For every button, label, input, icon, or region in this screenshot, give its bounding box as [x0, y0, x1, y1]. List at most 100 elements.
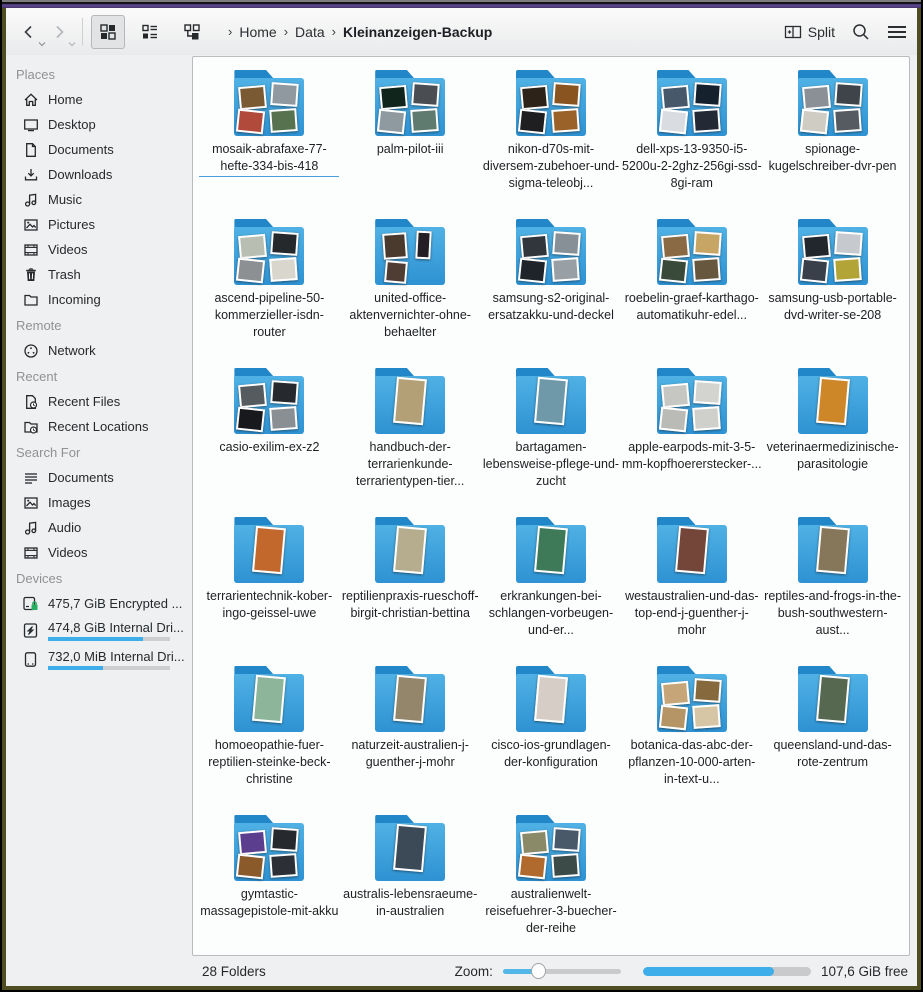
sidebar-item-downloads[interactable]: Downloads [12, 162, 192, 187]
tree-view-button[interactable] [175, 15, 209, 49]
folder-icon[interactable] [794, 666, 872, 732]
folder-icon[interactable] [653, 219, 731, 285]
sidebar-item-475-7-gib-encrypted[interactable]: 475,7 GiB Encrypted ... [12, 591, 192, 616]
sidebar-item-474-8-gib-internal-dri[interactable]: 474,8 GiB Internal Dri... [12, 616, 192, 645]
photo-thumbnail [693, 678, 722, 703]
breadcrumb-item[interactable]: Home [239, 24, 276, 40]
sidebar-item-documents[interactable]: Documents [12, 465, 192, 490]
forward-button[interactable] [44, 17, 74, 47]
breadcrumb-item[interactable]: Data [295, 24, 325, 40]
folder-name: queensland-und-das-rote-zentrum [763, 737, 903, 771]
folder-item[interactable]: samsung-s2-original-ersatzakku-und-decke… [481, 219, 622, 368]
folder-icon[interactable] [371, 517, 449, 583]
breadcrumb-item[interactable]: Kleinanzeigen-Backup [343, 24, 492, 40]
sidebar-item-videos[interactable]: Videos [12, 540, 192, 565]
folder-icon[interactable] [371, 219, 449, 285]
folder-item[interactable]: dell-xps-13-9350-i5-5200u-2-2ghz-256gi-s… [621, 70, 762, 219]
sidebar-item-pictures[interactable]: Pictures [12, 212, 192, 237]
folder-item[interactable]: ascend-pipeline-50-kommerzieller-isdn-ro… [199, 219, 340, 368]
sidebar-item-home[interactable]: Home [12, 87, 192, 112]
sidebar-item-desktop[interactable]: Desktop [12, 112, 192, 137]
folder-icon[interactable] [512, 666, 590, 732]
sidebar-item-732-0-mib-internal-dri[interactable]: 732,0 MiB Internal Dri... [12, 645, 192, 674]
folder-item[interactable]: handbuch-der-terrarienkunde-terrarientyp… [340, 368, 481, 517]
details-view-button[interactable] [133, 15, 167, 49]
folder-icon[interactable] [653, 666, 731, 732]
folder-item[interactable]: veterinaermedizinische-parasitologie [762, 368, 903, 517]
folder-icon[interactable] [653, 368, 731, 434]
folder-icon[interactable] [230, 517, 308, 583]
folder-item[interactable]: erkrankungen-bei-schlangen-vorbeugen-und… [481, 517, 622, 666]
folder-icon[interactable] [371, 815, 449, 881]
folder-icon[interactable] [794, 368, 872, 434]
folder-item[interactable]: naturzeit-australien-j-guenther-j-mohr [340, 666, 481, 815]
folder-item[interactable]: spionage-kugelschreiber-dvr-pen [762, 70, 903, 219]
sidebar-item-audio[interactable]: Audio [12, 515, 192, 540]
folder-name: gymtastic-massagepistole-mit-akku [199, 886, 339, 920]
photo-thumbnail [816, 377, 850, 425]
sidebar-item-videos[interactable]: Videos [12, 237, 192, 262]
folder-item[interactable]: cisco-ios-grundlagen-der-konfiguration [481, 666, 622, 815]
folder-item[interactable]: westaustralien-und-das-top-end-j-guenthe… [621, 517, 762, 666]
folder-icon[interactable] [230, 815, 308, 881]
folder-icon[interactable] [794, 219, 872, 285]
sidebar-item-recent-locations[interactable]: Recent Locations [12, 414, 192, 439]
folder-item[interactable]: casio-exilim-ex-z2 [199, 368, 340, 517]
sidebar-item-documents[interactable]: Documents [12, 137, 192, 162]
folder-item[interactable]: palm-pilot-iii [340, 70, 481, 219]
folder-icon[interactable] [794, 70, 872, 136]
back-button[interactable] [14, 17, 44, 47]
folder-view[interactable]: mosaik-abrafaxe-77-hefte-334-bis-418palm… [192, 56, 910, 956]
folder-icon[interactable] [230, 219, 308, 285]
sidebar-item-recent-files[interactable]: Recent Files [12, 389, 192, 414]
folder-item[interactable]: nikon-d70s-mit-diversem-zubehoer-und-sig… [481, 70, 622, 219]
sidebar-item-images[interactable]: Images [12, 490, 192, 515]
search-button[interactable] [851, 22, 871, 42]
photo-thumbnail [552, 231, 581, 256]
folder-item[interactable]: australis-lebensraeume-in-australien [340, 815, 481, 956]
folder-item[interactable]: samsung-usb-portable-dvd-writer-se-208 [762, 219, 903, 368]
folder-item[interactable]: united-office-aktenvernichter-ohne-behae… [340, 219, 481, 368]
folder-item[interactable]: bartagamen-lebensweise-pflege-und-zucht [481, 368, 622, 517]
folder-icon[interactable] [512, 219, 590, 285]
folder-icon[interactable] [230, 70, 308, 136]
folder-item[interactable]: australienwelt-reisefuehrer-3-buecher-de… [481, 815, 622, 956]
breadcrumb: ›Home›Data›Kleinanzeigen-Backup [221, 24, 774, 40]
folder-item[interactable]: roebelin-graef-karthago-automatikuhr-ede… [621, 219, 762, 368]
folder-item[interactable]: gymtastic-massagepistole-mit-akku [199, 815, 340, 956]
folder-icon[interactable] [371, 368, 449, 434]
folder-icon[interactable] [512, 368, 590, 434]
folder-icon[interactable] [512, 815, 590, 881]
folder-item[interactable]: mosaik-abrafaxe-77-hefte-334-bis-418 [199, 70, 340, 219]
sidebar-item-music[interactable]: Music [12, 187, 192, 212]
folder-icon[interactable] [512, 70, 590, 136]
recent-folder-icon [22, 418, 39, 435]
folder-icon[interactable] [371, 70, 449, 136]
breadcrumb-separator-icon: › [332, 24, 336, 39]
folder-item[interactable]: queensland-und-das-rote-zentrum [762, 666, 903, 815]
folder-item[interactable]: terrarientechnik-kober-ingo-geissel-uwe [199, 517, 340, 666]
folder-item[interactable]: apple-earpods-mit-3-5-mm-kopfhoerersteck… [621, 368, 762, 517]
folder-icon[interactable] [230, 368, 308, 434]
sidebar-item-incoming[interactable]: Incoming [12, 287, 192, 312]
folder-icon[interactable] [653, 517, 731, 583]
split-button[interactable]: Split [784, 24, 835, 40]
icons-view-button[interactable] [91, 15, 125, 49]
folder-item[interactable]: botanica-das-abc-der-pflanzen-10-000-art… [621, 666, 762, 815]
menu-button[interactable] [887, 24, 907, 40]
folder-item[interactable]: reptiles-and-frogs-in-the-bush-southwest… [762, 517, 903, 666]
folder-icon[interactable] [230, 666, 308, 732]
sidebar-item-trash[interactable]: Trash [12, 262, 192, 287]
forward-dropdown-caret-icon[interactable] [68, 41, 76, 47]
zoom-slider-handle[interactable] [531, 963, 546, 979]
folder-icon[interactable] [371, 666, 449, 732]
folder-item[interactable]: homoeopathie-fuer-reptilien-steinke-beck… [199, 666, 340, 815]
folder-icon[interactable] [794, 517, 872, 583]
zoom-slider[interactable] [503, 964, 621, 978]
photo-thumbnail [799, 258, 828, 284]
folder-icon[interactable] [653, 70, 731, 136]
folder-item[interactable]: reptilienpraxis-rueschoff-birgit-christi… [340, 517, 481, 666]
folder-icon[interactable] [512, 517, 590, 583]
sidebar-item-network[interactable]: Network [12, 338, 192, 363]
photo-thumbnail [270, 108, 299, 133]
